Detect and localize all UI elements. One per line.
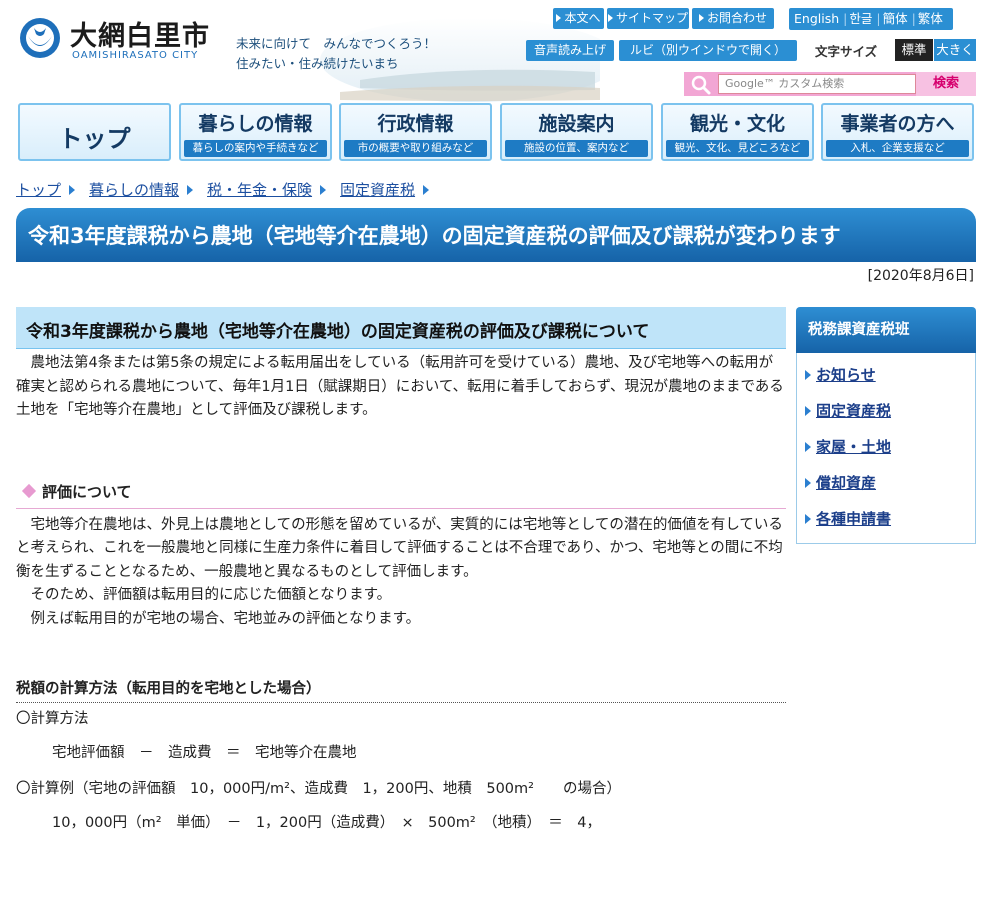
evaluation-heading: 評価について	[16, 479, 786, 509]
calculation-example-label: 〇計算例（宅地の評価額 10，000円/m²、造成費 1，200円、地積 500…	[16, 781, 621, 797]
lang-english[interactable]: English	[794, 11, 839, 26]
gnav-business[interactable]: 事業者の方へ 入札、企業支援など	[821, 103, 974, 161]
sidebar-item-news[interactable]: お知らせ	[797, 357, 975, 393]
city-slogan: 未来に向けて みんなでつくろう！ 住みたい・住み続けたいまち	[236, 36, 437, 71]
sidebar-title: 税務課資産税班	[796, 307, 976, 353]
sidebar-item-property-tax[interactable]: 固定資産税	[797, 393, 975, 429]
gnav-facilities[interactable]: 施設案内 施設の位置、案内など	[500, 103, 653, 161]
font-size-label: 文字サイズ	[815, 44, 878, 59]
global-nav: トップ 暮らしの情報 暮らしの案内や手続きなど 行政情報 市の概要や取り組みなど…	[18, 103, 976, 161]
search-input[interactable]: Google™ カスタム検索	[718, 74, 916, 94]
breadcrumb-top[interactable]: トップ	[16, 181, 61, 199]
calculation-method-label: 〇計算方法	[16, 711, 89, 727]
site-logo[interactable]: 大網白里市 OAMISHIRASATO CITY	[18, 14, 228, 66]
font-size-large-button[interactable]: 大きく	[934, 39, 976, 61]
main-content: 令和3年度課税から農地（宅地等介在農地）の固定資産税の評価及び課税について 農地…	[16, 307, 786, 833]
sidebar-item-application-forms[interactable]: 各種申請書	[797, 501, 975, 537]
breadcrumb-property-tax[interactable]: 固定資産税	[340, 181, 415, 199]
chevron-right-icon	[805, 406, 811, 416]
breadcrumb-living[interactable]: 暮らしの情報	[89, 181, 179, 199]
language-switcher: English | 한글 | 簡体 | 繁体	[789, 8, 953, 30]
chevron-right-icon	[423, 185, 430, 195]
gnav-living[interactable]: 暮らしの情報 暮らしの案内や手続きなど	[179, 103, 332, 161]
lang-traditional-chinese[interactable]: 繁体	[918, 11, 943, 26]
font-size-standard-button[interactable]: 標準	[895, 39, 933, 61]
chevron-right-icon	[69, 185, 76, 195]
chevron-right-icon	[320, 185, 327, 195]
gnav-top[interactable]: トップ	[18, 103, 171, 161]
chevron-right-icon	[805, 442, 811, 452]
sitemap-link[interactable]: サイトマップ	[607, 8, 689, 29]
sidebar-item-house-land[interactable]: 家屋・土地	[797, 429, 975, 465]
page-title: 令和3年度課税から農地（宅地等介在農地）の固定資産税の評価及び課税が変わります	[28, 224, 841, 248]
calculation-formula: 宅地評価額 － 造成費 ＝ 宅地等介在農地	[52, 745, 357, 761]
site-name: 大網白里市	[70, 21, 210, 52]
gnav-administration[interactable]: 行政情報 市の概要や取り組みなど	[339, 103, 492, 161]
chevron-right-icon	[805, 514, 811, 524]
evaluation-paragraph-1: 宅地等介在農地は、外見上は農地としての形態を留めているが、実質的には宅地等として…	[16, 516, 783, 580]
contact-link[interactable]: お問合わせ	[692, 8, 774, 29]
search-icon	[684, 72, 718, 96]
breadcrumb: トップ 暮らしの情報 税・年金・保険 固定資産税	[16, 179, 443, 200]
page-title-bar: 令和3年度課税から農地（宅地等介在農地）の固定資産税の評価及び課税が変わります	[16, 208, 976, 262]
lang-simplified-chinese[interactable]: 簡体	[883, 11, 908, 26]
search-box: Google™ カスタム検索 検索	[684, 72, 976, 96]
publish-date: [2020年8月6日]	[867, 268, 974, 284]
ruby-button[interactable]: ルビ（別ウインドウで開く）	[619, 40, 797, 61]
read-aloud-button[interactable]: 音声読み上げ	[526, 40, 614, 61]
evaluation-paragraph-2: そのため、評価額は転用目的に応じた価額となります。	[30, 587, 392, 603]
section-heading-bar: 令和3年度課税から農地（宅地等介在農地）の固定資産税の評価及び課税について	[16, 307, 786, 349]
search-button[interactable]: 検索	[916, 72, 976, 96]
sidebar-item-depreciable-assets[interactable]: 償却資産	[797, 465, 975, 501]
calculation-heading: 税額の計算方法（転用目的を宅地とした場合）	[16, 679, 786, 703]
gnav-tourism[interactable]: 観光・文化 観光、文化、見どころなど	[661, 103, 814, 161]
sidebar: 税務課資産税班 お知らせ 固定資産税 家屋・土地 償却資産 各種申請書	[796, 307, 976, 544]
breadcrumb-tax[interactable]: 税・年金・保険	[207, 181, 312, 199]
diamond-bullet-icon	[21, 483, 37, 498]
evaluation-text: 宅地等介在農地は、外見上は農地としての形態を留めているが、実質的には宅地等として…	[16, 514, 786, 632]
intro-paragraph: 農地法第4条または第5条の規定による転用届出をしている（転用許可を受けている）農…	[16, 355, 784, 418]
site-header: 大網白里市 OAMISHIRASATO CITY 未来に向けて みんなでつくろう…	[0, 0, 994, 102]
sidebar-menu: お知らせ 固定資産税 家屋・土地 償却資産 各種申請書	[796, 353, 976, 544]
calculation-example-line: 10，000円（m² 単価） － 1，200円（造成費） × 500m² （地積…	[52, 815, 601, 831]
section-heading: 令和3年度課税から農地（宅地等介在農地）の固定資産税の評価及び課税について	[26, 322, 650, 342]
site-name-roman: OAMISHIRASATO CITY	[72, 50, 199, 61]
chevron-right-icon	[187, 185, 194, 195]
chevron-right-icon	[805, 370, 811, 380]
evaluation-paragraph-3: 例えば転用目的が宅地の場合、宅地並みの評価となります。	[30, 610, 421, 627]
city-emblem-icon	[20, 18, 60, 58]
skip-to-main-link[interactable]: 本文へ	[553, 8, 604, 29]
lang-korean[interactable]: 한글	[849, 11, 872, 26]
chevron-right-icon	[805, 478, 811, 488]
